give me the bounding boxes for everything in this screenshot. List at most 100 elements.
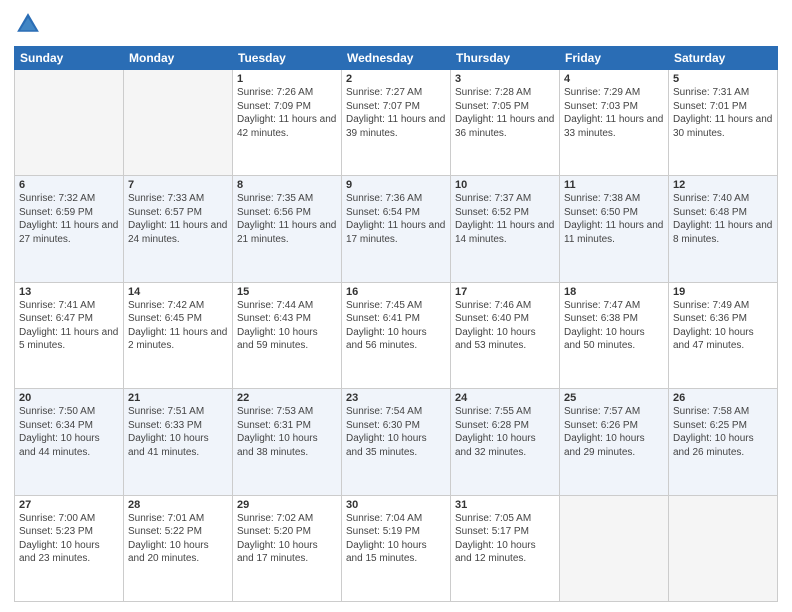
day-cell: 9Sunrise: 7:36 AM Sunset: 6:54 PM Daylig… [342,176,451,282]
header [14,10,778,38]
day-cell: 19Sunrise: 7:49 AM Sunset: 6:36 PM Dayli… [669,282,778,388]
header-wednesday: Wednesday [342,47,451,70]
day-cell [669,495,778,601]
logo [14,10,46,38]
day-cell: 20Sunrise: 7:50 AM Sunset: 6:34 PM Dayli… [15,389,124,495]
day-cell: 27Sunrise: 7:00 AM Sunset: 5:23 PM Dayli… [15,495,124,601]
header-monday: Monday [124,47,233,70]
day-number: 2 [346,73,446,85]
day-info: Sunrise: 7:33 AM Sunset: 6:57 PM Dayligh… [128,192,228,246]
week-row-1: 1Sunrise: 7:26 AM Sunset: 7:09 PM Daylig… [15,70,778,176]
day-info: Sunrise: 7:40 AM Sunset: 6:48 PM Dayligh… [673,192,773,246]
page: SundayMondayTuesdayWednesdayThursdayFrid… [0,0,792,612]
day-info: Sunrise: 7:04 AM Sunset: 5:19 PM Dayligh… [346,512,446,566]
day-number: 31 [455,499,555,511]
day-info: Sunrise: 7:41 AM Sunset: 6:47 PM Dayligh… [19,299,119,353]
day-cell: 11Sunrise: 7:38 AM Sunset: 6:50 PM Dayli… [560,176,669,282]
day-number: 22 [237,392,337,404]
header-tuesday: Tuesday [233,47,342,70]
day-cell: 25Sunrise: 7:57 AM Sunset: 6:26 PM Dayli… [560,389,669,495]
day-info: Sunrise: 7:05 AM Sunset: 5:17 PM Dayligh… [455,512,555,566]
week-row-4: 20Sunrise: 7:50 AM Sunset: 6:34 PM Dayli… [15,389,778,495]
day-cell: 31Sunrise: 7:05 AM Sunset: 5:17 PM Dayli… [451,495,560,601]
day-info: Sunrise: 7:50 AM Sunset: 6:34 PM Dayligh… [19,405,119,459]
day-info: Sunrise: 7:44 AM Sunset: 6:43 PM Dayligh… [237,299,337,353]
header-sunday: Sunday [15,47,124,70]
header-thursday: Thursday [451,47,560,70]
day-info: Sunrise: 7:31 AM Sunset: 7:01 PM Dayligh… [673,86,773,140]
day-info: Sunrise: 7:02 AM Sunset: 5:20 PM Dayligh… [237,512,337,566]
week-row-2: 6Sunrise: 7:32 AM Sunset: 6:59 PM Daylig… [15,176,778,282]
day-cell: 14Sunrise: 7:42 AM Sunset: 6:45 PM Dayli… [124,282,233,388]
day-info: Sunrise: 7:51 AM Sunset: 6:33 PM Dayligh… [128,405,228,459]
day-cell: 15Sunrise: 7:44 AM Sunset: 6:43 PM Dayli… [233,282,342,388]
day-cell: 1Sunrise: 7:26 AM Sunset: 7:09 PM Daylig… [233,70,342,176]
day-number: 19 [673,286,773,298]
day-info: Sunrise: 7:46 AM Sunset: 6:40 PM Dayligh… [455,299,555,353]
day-info: Sunrise: 7:45 AM Sunset: 6:41 PM Dayligh… [346,299,446,353]
day-info: Sunrise: 7:00 AM Sunset: 5:23 PM Dayligh… [19,512,119,566]
day-info: Sunrise: 7:47 AM Sunset: 6:38 PM Dayligh… [564,299,664,353]
day-cell: 24Sunrise: 7:55 AM Sunset: 6:28 PM Dayli… [451,389,560,495]
day-number: 16 [346,286,446,298]
day-number: 20 [19,392,119,404]
day-cell [15,70,124,176]
day-info: Sunrise: 7:37 AM Sunset: 6:52 PM Dayligh… [455,192,555,246]
day-number: 18 [564,286,664,298]
day-cell: 28Sunrise: 7:01 AM Sunset: 5:22 PM Dayli… [124,495,233,601]
day-number: 5 [673,73,773,85]
day-cell [124,70,233,176]
day-cell: 16Sunrise: 7:45 AM Sunset: 6:41 PM Dayli… [342,282,451,388]
week-row-5: 27Sunrise: 7:00 AM Sunset: 5:23 PM Dayli… [15,495,778,601]
day-info: Sunrise: 7:26 AM Sunset: 7:09 PM Dayligh… [237,86,337,140]
day-number: 10 [455,179,555,191]
day-info: Sunrise: 7:49 AM Sunset: 6:36 PM Dayligh… [673,299,773,353]
day-number: 8 [237,179,337,191]
day-cell: 8Sunrise: 7:35 AM Sunset: 6:56 PM Daylig… [233,176,342,282]
header-saturday: Saturday [669,47,778,70]
logo-icon [14,10,42,38]
day-info: Sunrise: 7:57 AM Sunset: 6:26 PM Dayligh… [564,405,664,459]
day-cell: 7Sunrise: 7:33 AM Sunset: 6:57 PM Daylig… [124,176,233,282]
day-cell: 17Sunrise: 7:46 AM Sunset: 6:40 PM Dayli… [451,282,560,388]
day-number: 24 [455,392,555,404]
day-info: Sunrise: 7:29 AM Sunset: 7:03 PM Dayligh… [564,86,664,140]
day-number: 12 [673,179,773,191]
day-number: 4 [564,73,664,85]
day-info: Sunrise: 7:36 AM Sunset: 6:54 PM Dayligh… [346,192,446,246]
day-info: Sunrise: 7:54 AM Sunset: 6:30 PM Dayligh… [346,405,446,459]
week-row-3: 13Sunrise: 7:41 AM Sunset: 6:47 PM Dayli… [15,282,778,388]
day-info: Sunrise: 7:53 AM Sunset: 6:31 PM Dayligh… [237,405,337,459]
day-cell: 21Sunrise: 7:51 AM Sunset: 6:33 PM Dayli… [124,389,233,495]
day-number: 3 [455,73,555,85]
day-info: Sunrise: 7:27 AM Sunset: 7:07 PM Dayligh… [346,86,446,140]
day-number: 26 [673,392,773,404]
day-number: 17 [455,286,555,298]
day-cell: 10Sunrise: 7:37 AM Sunset: 6:52 PM Dayli… [451,176,560,282]
day-number: 15 [237,286,337,298]
day-cell: 29Sunrise: 7:02 AM Sunset: 5:20 PM Dayli… [233,495,342,601]
day-info: Sunrise: 7:35 AM Sunset: 6:56 PM Dayligh… [237,192,337,246]
day-number: 25 [564,392,664,404]
calendar-table: SundayMondayTuesdayWednesdayThursdayFrid… [14,46,778,602]
day-number: 30 [346,499,446,511]
day-cell: 23Sunrise: 7:54 AM Sunset: 6:30 PM Dayli… [342,389,451,495]
day-number: 28 [128,499,228,511]
day-cell: 13Sunrise: 7:41 AM Sunset: 6:47 PM Dayli… [15,282,124,388]
day-cell: 26Sunrise: 7:58 AM Sunset: 6:25 PM Dayli… [669,389,778,495]
header-row: SundayMondayTuesdayWednesdayThursdayFrid… [15,47,778,70]
day-number: 6 [19,179,119,191]
day-cell: 12Sunrise: 7:40 AM Sunset: 6:48 PM Dayli… [669,176,778,282]
day-cell: 22Sunrise: 7:53 AM Sunset: 6:31 PM Dayli… [233,389,342,495]
header-friday: Friday [560,47,669,70]
day-info: Sunrise: 7:42 AM Sunset: 6:45 PM Dayligh… [128,299,228,353]
day-cell: 5Sunrise: 7:31 AM Sunset: 7:01 PM Daylig… [669,70,778,176]
day-info: Sunrise: 7:55 AM Sunset: 6:28 PM Dayligh… [455,405,555,459]
day-number: 29 [237,499,337,511]
day-info: Sunrise: 7:58 AM Sunset: 6:25 PM Dayligh… [673,405,773,459]
day-number: 9 [346,179,446,191]
day-info: Sunrise: 7:01 AM Sunset: 5:22 PM Dayligh… [128,512,228,566]
day-number: 7 [128,179,228,191]
day-cell: 4Sunrise: 7:29 AM Sunset: 7:03 PM Daylig… [560,70,669,176]
day-cell: 2Sunrise: 7:27 AM Sunset: 7:07 PM Daylig… [342,70,451,176]
